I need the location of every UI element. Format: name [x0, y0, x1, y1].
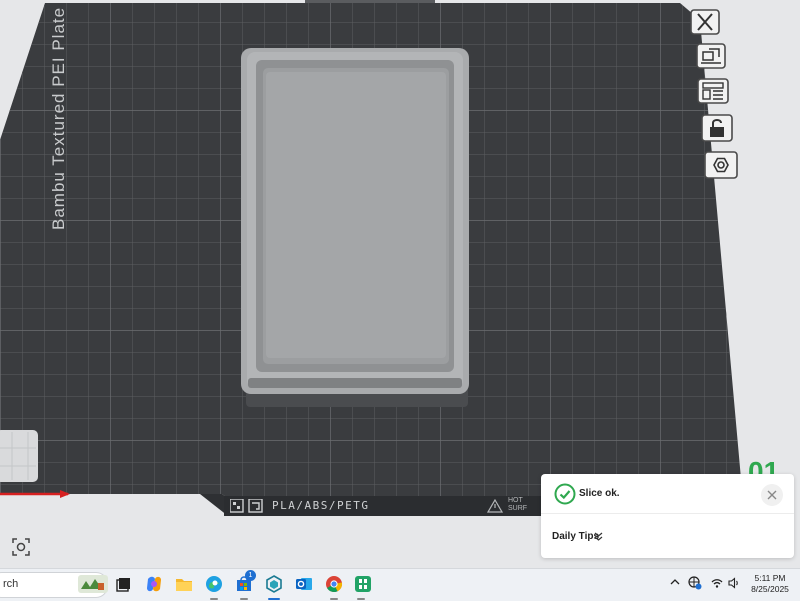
widgets-icon	[78, 575, 108, 593]
task-view-icon	[116, 578, 130, 592]
chevron-down-double-icon[interactable]	[594, 532, 603, 541]
store-badge: 1	[245, 570, 256, 581]
excel-button[interactable]	[352, 573, 374, 595]
hot-warning-icon	[487, 499, 503, 513]
edge-icon	[206, 576, 222, 592]
chevron-up-icon[interactable]	[670, 577, 680, 587]
layout-icon	[697, 78, 729, 104]
store-button[interactable]: 1	[233, 570, 256, 595]
check-circle-icon	[554, 483, 576, 505]
arrange-plate-button[interactable]	[694, 42, 728, 70]
filament-types-label: PLA/ABS/PETG	[272, 499, 370, 512]
bambu-studio-icon	[266, 575, 282, 593]
daily-tips-toggle[interactable]: Daily Tips	[552, 531, 599, 542]
outlook-icon	[296, 578, 312, 590]
lock-plate-button[interactable]	[700, 114, 734, 142]
plate-type-icon	[230, 499, 263, 513]
screenshot-button[interactable]	[8, 534, 34, 560]
model-part	[241, 48, 469, 394]
plate-settings-button[interactable]	[704, 151, 738, 179]
clock-time: 5:11 PM	[754, 573, 786, 583]
hexagon-settings-icon	[704, 151, 738, 179]
task-view-button[interactable]	[113, 573, 135, 595]
lock-icon	[701, 114, 733, 142]
bambu-studio-taskbar-button[interactable]	[263, 573, 285, 595]
slice-notification: Slice ok. Daily Tips	[541, 474, 794, 558]
copilot-icon	[147, 576, 161, 592]
close-icon	[767, 490, 777, 500]
wifi-icon[interactable]	[711, 577, 723, 589]
network-icon[interactable]	[688, 576, 702, 590]
file-explorer-icon	[176, 579, 192, 591]
chrome-button[interactable]	[323, 573, 345, 595]
outlook-button[interactable]	[293, 573, 315, 595]
edge-button[interactable]	[203, 573, 225, 595]
chrome-icon	[326, 576, 343, 593]
camera-capture-icon	[12, 538, 30, 556]
hot-surface-label: HOT SURF	[508, 497, 528, 512]
plate-name-label: Bambu Textured PEI Plate	[49, 6, 68, 230]
slice-status-text: Slice ok.	[579, 488, 620, 499]
close-notification-button[interactable]	[761, 484, 783, 506]
arrange-icon	[696, 43, 726, 69]
delete-plate-button[interactable]	[688, 8, 722, 36]
search-text: rch	[3, 578, 19, 590]
copilot-button[interactable]	[143, 573, 165, 595]
windows-taskbar: rch 1 5:11 PM 8/25/2025	[0, 568, 800, 601]
widgets-button[interactable]	[78, 573, 108, 595]
divider	[541, 513, 794, 514]
system-clock[interactable]: 5:11 PM 8/25/2025	[745, 573, 795, 595]
file-explorer-button[interactable]	[173, 573, 195, 595]
orient-plate-button[interactable]	[696, 77, 730, 105]
clock-date: 8/25/2025	[751, 584, 789, 594]
close-icon	[690, 9, 720, 35]
excel-icon	[355, 576, 371, 592]
volume-icon[interactable]	[728, 577, 740, 589]
